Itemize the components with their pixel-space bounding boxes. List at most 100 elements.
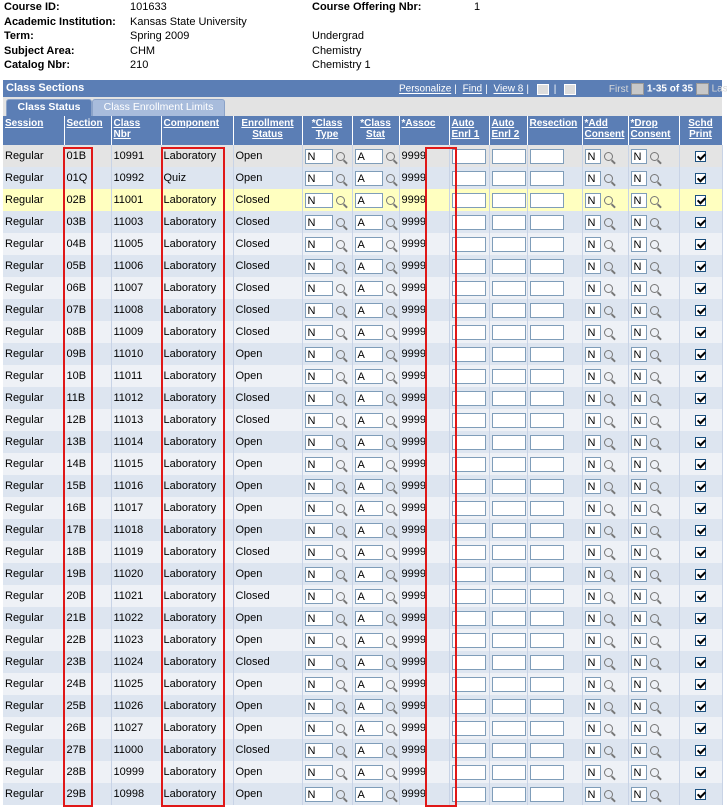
- class-stat-input[interactable]: A: [354, 368, 383, 384]
- drop-consent-input[interactable]: N: [630, 654, 647, 670]
- add-consent-input[interactable]: N: [584, 236, 601, 252]
- resection-input[interactable]: [529, 478, 564, 494]
- class-stat-input[interactable]: A: [354, 698, 383, 714]
- auto-enrl-2-input[interactable]: [491, 632, 526, 648]
- personalize-link[interactable]: Personalize: [399, 84, 451, 95]
- lookup-icon[interactable]: [335, 789, 345, 799]
- resection-input[interactable]: [529, 456, 564, 472]
- auto-enrl-1-input[interactable]: [451, 258, 486, 274]
- class-type-input[interactable]: N: [304, 588, 333, 604]
- drop-consent-input[interactable]: N: [630, 478, 647, 494]
- auto-enrl-1-input[interactable]: [451, 478, 486, 494]
- drop-consent-input[interactable]: N: [630, 412, 647, 428]
- col-assoc[interactable]: *Assoc: [399, 116, 450, 145]
- lookup-icon[interactable]: [335, 239, 345, 249]
- lookup-icon[interactable]: [603, 613, 613, 623]
- auto-enrl-1-input[interactable]: [451, 368, 486, 384]
- lookup-icon[interactable]: [649, 437, 659, 447]
- add-consent-input[interactable]: N: [584, 390, 601, 406]
- lookup-icon[interactable]: [335, 723, 345, 733]
- lookup-icon[interactable]: [385, 239, 395, 249]
- schd-print-checkbox[interactable]: [695, 502, 706, 514]
- auto-enrl-1-input[interactable]: [451, 170, 486, 186]
- lookup-icon[interactable]: [649, 745, 659, 755]
- lookup-icon[interactable]: [335, 415, 345, 425]
- lookup-icon[interactable]: [385, 283, 395, 293]
- lookup-icon[interactable]: [385, 217, 395, 227]
- schd-print-checkbox[interactable]: [695, 612, 706, 624]
- auto-enrl-1-input[interactable]: [451, 500, 486, 516]
- lookup-icon[interactable]: [649, 525, 659, 535]
- schd-print-checkbox[interactable]: [695, 524, 706, 536]
- schd-print-checkbox[interactable]: [695, 678, 706, 690]
- class-stat-input[interactable]: A: [354, 676, 383, 692]
- auto-enrl-2-input[interactable]: [491, 390, 526, 406]
- lookup-icon[interactable]: [385, 701, 395, 711]
- schd-print-checkbox[interactable]: [695, 370, 706, 382]
- lookup-icon[interactable]: [385, 525, 395, 535]
- class-stat-input[interactable]: A: [354, 412, 383, 428]
- class-type-input[interactable]: N: [304, 346, 333, 362]
- lookup-icon[interactable]: [603, 283, 613, 293]
- resection-input[interactable]: [529, 632, 564, 648]
- lookup-icon[interactable]: [603, 679, 613, 689]
- add-consent-input[interactable]: N: [584, 742, 601, 758]
- tab-enrollment-limits[interactable]: Class Enrollment Limits: [92, 99, 225, 116]
- drop-consent-input[interactable]: N: [630, 302, 647, 318]
- lookup-icon[interactable]: [385, 327, 395, 337]
- lookup-icon[interactable]: [385, 349, 395, 359]
- lookup-icon[interactable]: [335, 657, 345, 667]
- class-stat-input[interactable]: A: [354, 390, 383, 406]
- lookup-icon[interactable]: [335, 217, 345, 227]
- class-stat-input[interactable]: A: [354, 610, 383, 626]
- class-type-input[interactable]: N: [304, 236, 333, 252]
- class-stat-input[interactable]: A: [354, 544, 383, 560]
- drop-consent-input[interactable]: N: [630, 588, 647, 604]
- lookup-icon[interactable]: [603, 767, 613, 777]
- class-type-input[interactable]: N: [304, 522, 333, 538]
- class-type-input[interactable]: N: [304, 390, 333, 406]
- lookup-icon[interactable]: [603, 657, 613, 667]
- class-stat-input[interactable]: A: [354, 346, 383, 362]
- schd-print-checkbox[interactable]: [695, 216, 706, 228]
- lookup-icon[interactable]: [649, 767, 659, 777]
- lookup-icon[interactable]: [335, 195, 345, 205]
- auto-enrl-1-input[interactable]: [451, 346, 486, 362]
- auto-enrl-1-input[interactable]: [451, 390, 486, 406]
- auto-enrl-1-input[interactable]: [451, 698, 486, 714]
- schd-print-checkbox[interactable]: [695, 568, 706, 580]
- auto-enrl-2-input[interactable]: [491, 192, 526, 208]
- drop-consent-input[interactable]: N: [630, 192, 647, 208]
- class-type-input[interactable]: N: [304, 632, 333, 648]
- lookup-icon[interactable]: [385, 481, 395, 491]
- auto-enrl-1-input[interactable]: [451, 148, 486, 164]
- class-stat-input[interactable]: A: [354, 632, 383, 648]
- add-consent-input[interactable]: N: [584, 170, 601, 186]
- lookup-icon[interactable]: [385, 437, 395, 447]
- schd-print-checkbox[interactable]: [695, 788, 706, 800]
- lookup-icon[interactable]: [603, 635, 613, 645]
- drop-consent-input[interactable]: N: [630, 742, 647, 758]
- lookup-icon[interactable]: [335, 635, 345, 645]
- class-type-input[interactable]: N: [304, 412, 333, 428]
- schd-print-checkbox[interactable]: [695, 194, 706, 206]
- drop-consent-input[interactable]: N: [630, 764, 647, 780]
- class-type-input[interactable]: N: [304, 698, 333, 714]
- lookup-icon[interactable]: [603, 525, 613, 535]
- add-consent-input[interactable]: N: [584, 258, 601, 274]
- col-auto-enrl-2[interactable]: Auto Enrl 2: [489, 116, 528, 145]
- schd-print-checkbox[interactable]: [695, 172, 706, 184]
- add-consent-input[interactable]: N: [584, 368, 601, 384]
- auto-enrl-1-input[interactable]: [451, 720, 486, 736]
- lookup-icon[interactable]: [649, 547, 659, 557]
- schd-print-checkbox[interactable]: [695, 260, 706, 272]
- lookup-icon[interactable]: [385, 415, 395, 425]
- lookup-icon[interactable]: [335, 547, 345, 557]
- schd-print-checkbox[interactable]: [695, 458, 706, 470]
- auto-enrl-2-input[interactable]: [491, 346, 526, 362]
- col-session[interactable]: Session: [3, 116, 65, 145]
- auto-enrl-2-input[interactable]: [491, 698, 526, 714]
- drop-consent-input[interactable]: N: [630, 390, 647, 406]
- drop-consent-input[interactable]: N: [630, 544, 647, 560]
- drop-consent-input[interactable]: N: [630, 324, 647, 340]
